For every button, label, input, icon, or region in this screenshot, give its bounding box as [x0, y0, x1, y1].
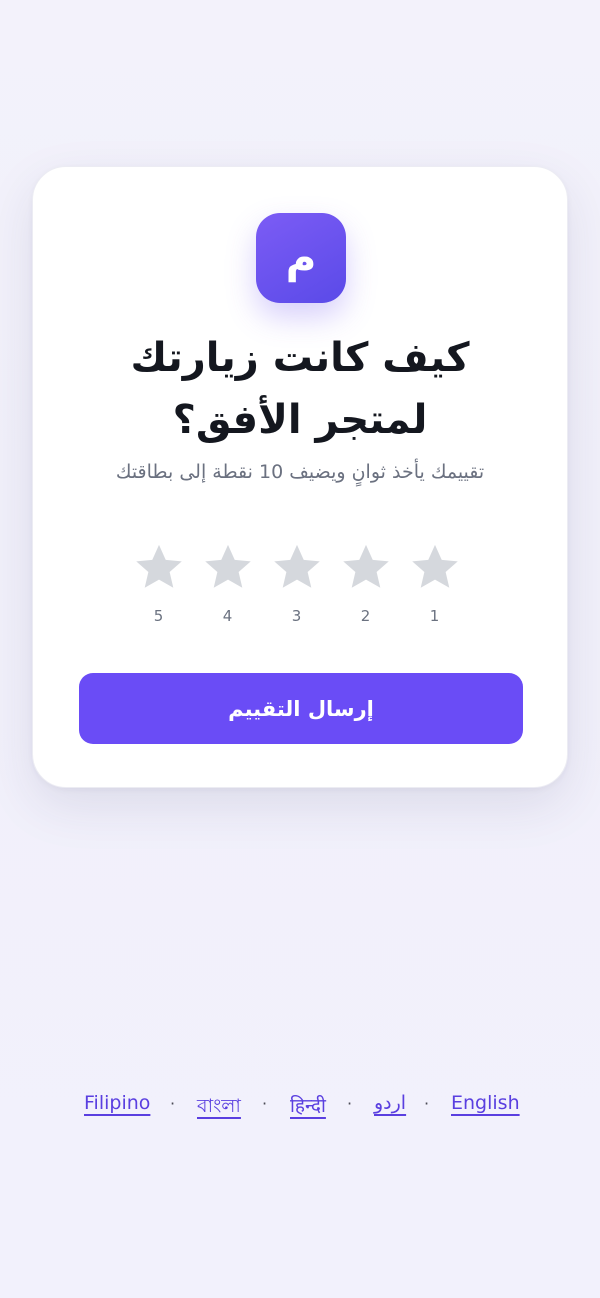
lang-link-filipino[interactable]: Filipino [84, 1092, 150, 1114]
star-icon [274, 544, 320, 588]
star-rating-5[interactable]: 5 [129, 539, 189, 629]
star-icon [343, 544, 389, 588]
page-title: كيف كانت زيارتك لمتجر الأفق؟ [130, 335, 470, 443]
star-label: 3 [291, 607, 303, 625]
star-rating: 5 4 3 2 1 [129, 539, 469, 629]
lang-link-hindi[interactable]: हिन्दी [290, 1092, 326, 1118]
star-icon [136, 544, 182, 588]
rating-card: م كيف كانت زيارتك لمتجر الأفق؟ تقييمك يأ… [32, 166, 568, 788]
star-rating-2[interactable]: 2 [336, 539, 396, 629]
star-label: 1 [429, 607, 441, 625]
star-icon [412, 544, 458, 588]
star-rating-1[interactable]: 1 [405, 539, 465, 629]
language-switcher: Filipino · বাংলা · हिन्दी · اردو · Engli… [0, 1088, 600, 1124]
star-rating-4[interactable]: 4 [198, 539, 258, 629]
submit-rating-button[interactable]: إرسال التقييم [79, 673, 523, 744]
lang-link-urdu[interactable]: اردو [374, 1092, 406, 1114]
lang-separator: · [170, 1094, 176, 1113]
lang-separator: · [424, 1094, 430, 1113]
subtitle: تقييمك يأخذ ثوانٍ ويضيف 10 نقطة إلى بطاق… [115, 461, 485, 483]
lang-separator: · [262, 1094, 268, 1113]
lang-link-english[interactable]: English [451, 1092, 520, 1114]
star-rating-3[interactable]: 3 [267, 539, 327, 629]
star-icon [205, 544, 251, 588]
lang-separator: · [347, 1094, 353, 1113]
logo-letter: م [285, 233, 317, 282]
store-logo: م [256, 213, 346, 303]
star-label: 5 [153, 607, 165, 625]
star-label: 4 [222, 607, 234, 625]
lang-link-bangla[interactable]: বাংলা [197, 1092, 241, 1124]
star-label: 2 [360, 607, 372, 625]
